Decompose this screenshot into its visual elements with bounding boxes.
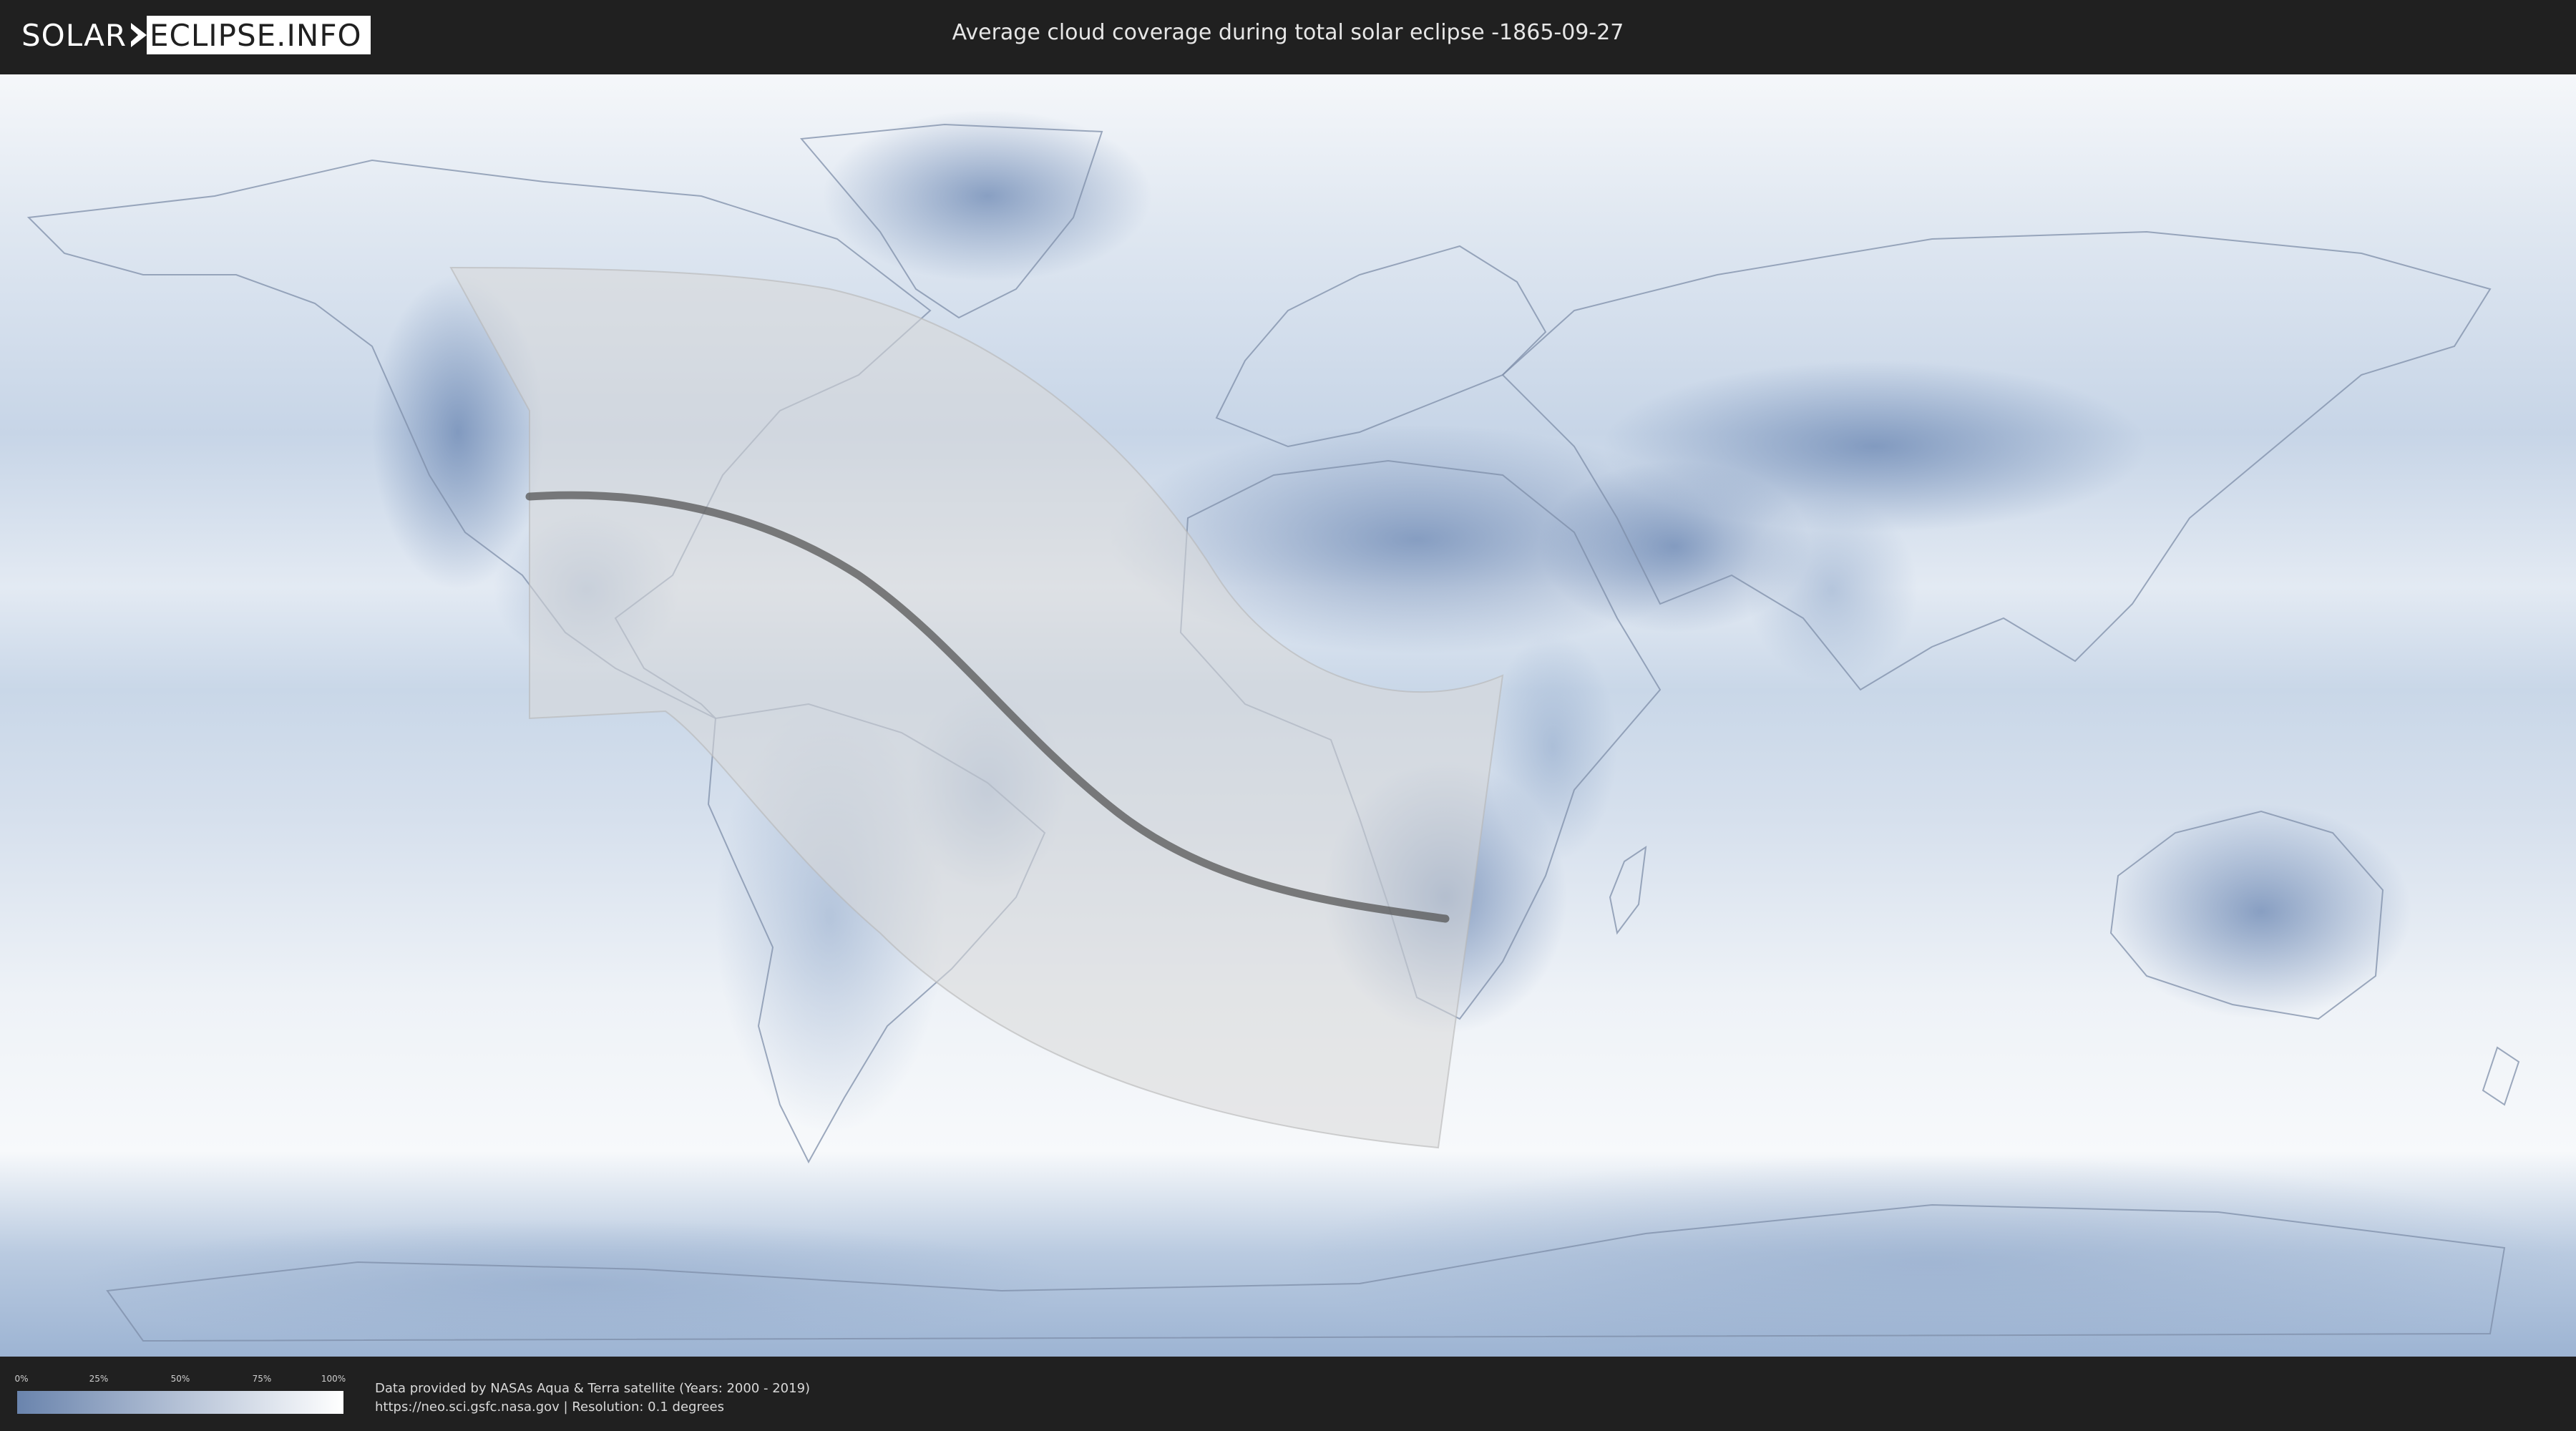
- clear-region-greenland: [823, 110, 1152, 282]
- data-credits: Data provided by NASAs Aqua & Terra sate…: [375, 1379, 810, 1417]
- clear-region-australia: [2111, 804, 2411, 1019]
- credits-line-source: Data provided by NASAs Aqua & Terra sate…: [375, 1381, 811, 1396]
- legend-tick-50: 50%: [170, 1374, 190, 1384]
- legend-tick-100: 100%: [321, 1374, 346, 1384]
- cloud-coverage-legend: 0% 25% 50% 75% 100%: [14, 1374, 346, 1417]
- legend-tick-75: 75%: [252, 1374, 272, 1384]
- clear-region-east-africa: [1488, 633, 1617, 861]
- clear-region-antarctica-west: [72, 1219, 1073, 1348]
- credits-line-url: https://neo.sci.gsfc.nasa.gov | Resoluti…: [375, 1400, 724, 1415]
- clear-region-central-asia: [1603, 361, 2147, 532]
- footer-bar: 0% 25% 50% 75% 100% Data provided by NAS…: [0, 1358, 2576, 1431]
- header-bar: SOLAR ECLIPSE.INFO Average cloud coverag…: [0, 0, 2576, 72]
- page-title: Average cloud coverage during total sola…: [952, 20, 1624, 45]
- legend-gradient-bar: [17, 1391, 343, 1414]
- legend-tick-0: 0%: [14, 1374, 29, 1384]
- map-canvas: [0, 74, 2576, 1357]
- legend-tick-25: 25%: [89, 1374, 109, 1384]
- cloud-coverage-map[interactable]: [0, 74, 2576, 1357]
